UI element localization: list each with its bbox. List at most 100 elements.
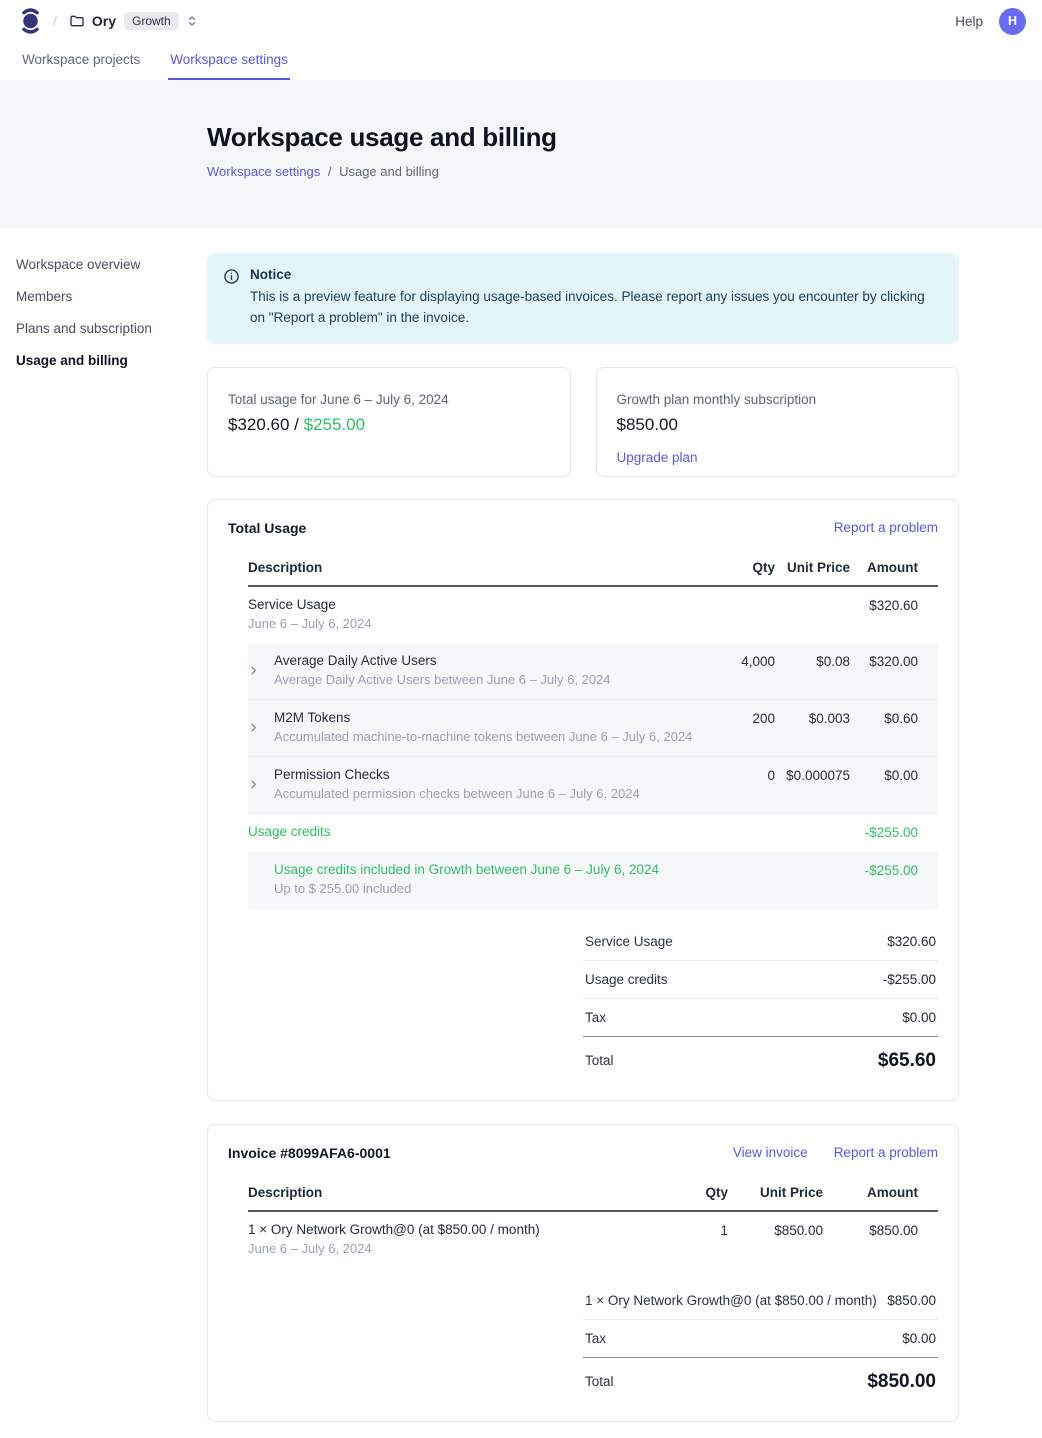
summary-label: Usage credits — [585, 972, 668, 987]
notice-banner: Notice This is a preview feature for dis… — [207, 253, 959, 344]
sidebar-item-plans-and-subscription[interactable]: Plans and subscription — [16, 317, 207, 340]
row-name: Usage credits — [248, 824, 331, 839]
sidebar-item-workspace-overview[interactable]: Workspace overview — [16, 253, 207, 276]
tab-workspace-settings[interactable]: Workspace settings — [168, 42, 290, 80]
row-text: Service Usage June 6 – July 6, 2024 — [248, 597, 372, 631]
expand-row-button[interactable] — [248, 653, 274, 687]
row-qty — [695, 597, 775, 598]
row-text: M2M Tokens Accumulated machine-to-machin… — [274, 710, 692, 744]
summary-amount: $0.00 — [902, 1331, 936, 1346]
row-qty: 4,000 — [695, 653, 775, 669]
usage-table-header: Description Qty Unit Price Amount — [248, 552, 938, 587]
summary-row-service-usage: Service Usage $320.60 — [583, 923, 938, 961]
tab-workspace-projects[interactable]: Workspace projects — [20, 42, 142, 80]
total-usage-label: Total usage for June 6 – July 6, 2024 — [228, 392, 550, 407]
row-text: Permission Checks Accumulated permission… — [274, 767, 640, 801]
row-subtext: Up to $ 255.00 included — [274, 881, 659, 896]
summary-amount: $850.00 — [887, 1293, 936, 1308]
summary-amount: -$255.00 — [883, 972, 936, 987]
main-area: Workspace overview Members Plans and sub… — [0, 228, 1042, 1438]
row-description: M2M Tokens Accumulated machine-to-machin… — [248, 710, 695, 744]
summary-amount: $320.60 — [887, 934, 936, 949]
row-qty — [695, 862, 775, 863]
table-row-usage-credits: Usage credits -$255.00 — [248, 814, 938, 852]
column-description: Description — [248, 1185, 668, 1200]
row-subtext: June 6 – July 6, 2024 — [248, 616, 372, 631]
invoice-title: Invoice #8099AFA6-0001 — [228, 1145, 391, 1161]
breadcrumb-workspace-settings-link[interactable]: Workspace settings — [207, 164, 320, 179]
row-name: M2M Tokens — [274, 710, 692, 725]
row-text: Usage credits — [248, 824, 331, 839]
row-name: Permission Checks — [274, 767, 640, 782]
row-name: Usage credits included in Growth between… — [274, 862, 659, 877]
workspace-name: Ory — [92, 13, 116, 29]
row-unit-price — [775, 597, 850, 598]
summary-row-tax: Tax $0.00 — [583, 1320, 938, 1358]
workspace-tabs: Workspace projects Workspace settings — [0, 42, 1042, 80]
folder-icon — [69, 13, 85, 29]
row-subtext: Accumulated machine-to-machine tokens be… — [274, 729, 692, 744]
row-description: Service Usage June 6 – July 6, 2024 — [248, 597, 695, 631]
sidebar-item-usage-and-billing[interactable]: Usage and billing — [16, 349, 207, 372]
column-unit-price: Unit Price — [728, 1185, 823, 1200]
row-unit-price: $0.003 — [775, 710, 850, 726]
row-unit-price: $850.00 — [728, 1222, 823, 1238]
row-text: Average Daily Active Users Average Daily… — [274, 653, 611, 687]
upgrade-plan-link[interactable]: Upgrade plan — [617, 450, 698, 465]
row-subtext: June 6 – July 6, 2024 — [248, 1241, 540, 1256]
report-a-problem-link[interactable]: Report a problem — [834, 1145, 938, 1160]
settings-sidebar: Workspace overview Members Plans and sub… — [16, 253, 207, 1422]
row-subtext: Accumulated permission checks between Ju… — [274, 786, 640, 801]
total-usage-value: $320.60 / $255.00 — [228, 415, 550, 435]
summary-total-row: Total $850.00 — [583, 1358, 938, 1395]
expand-row-button[interactable] — [248, 710, 274, 744]
view-invoice-link[interactable]: View invoice — [733, 1145, 808, 1160]
invoice-table: Description Qty Unit Price Amount 1 × Or… — [248, 1177, 938, 1395]
row-description: 1 × Ory Network Growth@0 (at $850.00 / m… — [248, 1222, 668, 1256]
total-label: Total — [585, 1053, 614, 1068]
usage-card-title: Total Usage — [228, 520, 306, 536]
column-amount: Amount — [823, 1185, 938, 1200]
table-row-m2m-tokens: M2M Tokens Accumulated machine-to-machin… — [248, 700, 938, 757]
row-name: Service Usage — [248, 597, 372, 612]
usage-amount-separator: / — [289, 415, 303, 434]
invoice-links: View invoice Report a problem — [733, 1145, 938, 1160]
usage-table: Description Qty Unit Price Amount Servic… — [248, 552, 938, 1074]
row-description: Average Daily Active Users Average Daily… — [248, 653, 695, 687]
usage-credit-amount: $255.00 — [304, 415, 365, 434]
usage-amount: $320.60 — [228, 415, 289, 434]
ory-logo[interactable] — [20, 7, 41, 35]
row-name: Average Daily Active Users — [274, 653, 611, 668]
breadcrumb-current: Usage and billing — [339, 164, 439, 179]
table-row-growth-subscription: 1 × Ory Network Growth@0 (at $850.00 / m… — [248, 1212, 938, 1268]
row-amount: -$255.00 — [850, 824, 938, 840]
expand-row-button[interactable] — [248, 767, 274, 801]
table-row-usage-credits-included: Usage credits included in Growth between… — [248, 852, 938, 909]
row-amount: $0.00 — [850, 767, 938, 783]
sidebar-item-members[interactable]: Members — [16, 285, 207, 308]
row-text: 1 × Ory Network Growth@0 (at $850.00 / m… — [248, 1222, 540, 1256]
workspace-switcher[interactable]: Ory Growth — [69, 12, 199, 30]
content-column: Notice This is a preview feature for dis… — [207, 253, 959, 1422]
report-a-problem-link[interactable]: Report a problem — [834, 520, 938, 535]
avatar[interactable]: H — [999, 8, 1026, 35]
summary-label: 1 × Ory Network Growth@0 (at $850.00 / m… — [585, 1293, 877, 1308]
notice-title: Notice — [250, 267, 940, 282]
usage-summary: Service Usage $320.60 Usage credits -$25… — [583, 923, 938, 1074]
row-qty: 200 — [695, 710, 775, 726]
row-description: Usage credits — [248, 824, 695, 839]
row-qty: 1 — [668, 1222, 728, 1238]
breadcrumb: Workspace settings / Usage and billing — [207, 164, 1042, 179]
row-unit-price: $0.08 — [775, 653, 850, 669]
notice-body: This is a preview feature for displaying… — [250, 287, 940, 329]
row-unit-price — [775, 862, 850, 863]
row-description: Permission Checks Accumulated permission… — [248, 767, 695, 801]
summary-row-usage-credits: Usage credits -$255.00 — [583, 961, 938, 999]
info-icon — [223, 268, 240, 329]
column-unit-price: Unit Price — [775, 560, 850, 575]
subscription-card: Growth plan monthly subscription $850.00… — [596, 367, 960, 477]
column-amount: Amount — [850, 560, 938, 575]
invoice-card: Invoice #8099AFA6-0001 View invoice Repo… — [207, 1124, 959, 1422]
summary-label: Tax — [585, 1010, 606, 1025]
help-link[interactable]: Help — [955, 14, 983, 29]
